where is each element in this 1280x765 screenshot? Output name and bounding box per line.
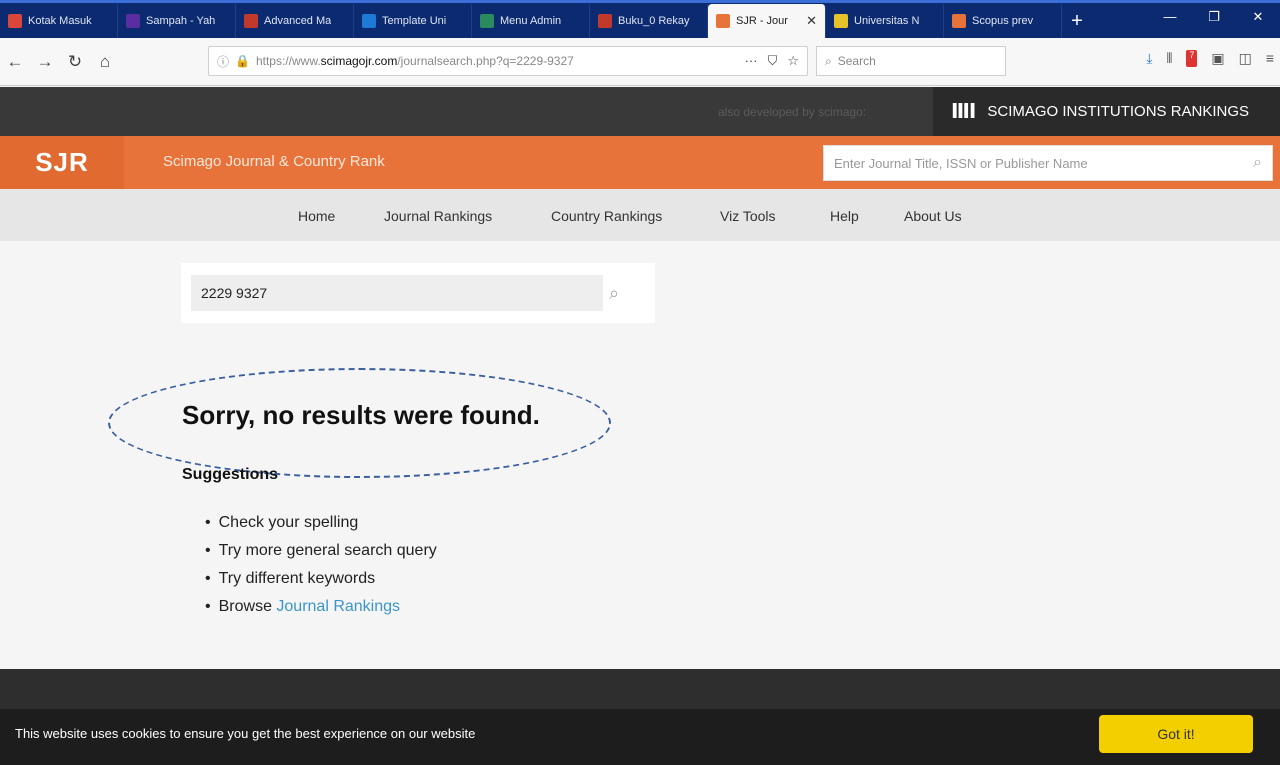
suggestions-list: Check your spelling Try more general sea… [205,509,437,621]
forward-icon[interactable]: → [30,52,60,72]
extension-badge-icon[interactable]: 7 [1186,50,1198,67]
close-window-icon[interactable]: ✕ [1236,4,1280,30]
browse-prefix: Browse [218,598,277,615]
list-item: Try different keywords [205,565,437,593]
maximize-icon[interactable]: ❐ [1192,4,1236,30]
browser-tab[interactable]: Kotak Masuk [0,4,118,38]
tab-favicon-icon [598,14,612,28]
menu-help[interactable]: Help [830,208,859,224]
institution-pillars-icon: ⅢⅠ [951,101,976,123]
tab-favicon-icon [834,14,848,28]
minimize-icon[interactable]: — [1148,4,1192,30]
scimago-top-bar: also developed by scimago: ⅢⅠ SCIMAGO IN… [0,87,1280,136]
journal-search-input[interactable]: Enter Journal Title, ISSN or Publisher N… [823,145,1273,181]
menu-home[interactable]: Home [298,208,335,224]
library-icon[interactable]: ⫴ [1166,50,1172,67]
site-name[interactable]: Scimago Journal & Country Rank [163,153,385,170]
search-box: 2229 9327 ⌕ [181,263,655,323]
browser-nav-bar: ← → ↻ ⌂ ⓘ 🔒 https://www. scimagojr.com/jo… [0,38,1280,86]
search-icon[interactable]: ⌕ [609,283,619,304]
browser-tab[interactable]: Scopus prev [944,4,1062,38]
search-icon[interactable]: ⌕ [1253,154,1262,172]
sjr-logo[interactable]: SJR [0,136,124,189]
sir-label: SCIMAGO INSTITUTIONS RANKINGS [987,103,1250,120]
tab-favicon-icon [952,14,966,28]
search-input[interactable]: 2229 9327 [191,275,603,311]
pocket-icon[interactable]: ⛉ [768,53,778,69]
menu-journal-rankings[interactable]: Journal Rankings [384,208,492,224]
bookmark-star-icon[interactable]: ☆ [787,53,799,69]
main-menu: Home Journal Rankings Country Rankings V… [0,189,1280,241]
browser-tab[interactable]: Menu Admin [472,4,590,38]
browser-search-box[interactable]: ⌕ Search [816,46,1006,76]
suggestions-heading: Suggestions [182,466,279,483]
search-placeholder: Search [837,54,876,68]
window-controls: — ❐ ✕ [1148,4,1280,30]
url-path: /journalsearch.php?q=2229-9327 [397,54,574,68]
journal-rankings-link[interactable]: Journal Rankings [276,598,400,615]
url-prefix: https://www. [255,54,321,68]
reload-icon[interactable]: ↻ [60,52,90,72]
footer [0,669,1280,709]
list-item: Try more general search query [205,537,437,565]
menu-country-rankings[interactable]: Country Rankings [551,208,662,224]
page-actions-icon[interactable]: ··· [745,53,758,69]
browser-tab[interactable]: Buku_0 Rekay [590,4,708,38]
info-icon[interactable]: ⓘ [217,53,229,70]
also-developed-text: also developed by scimago: [718,105,867,119]
extension-icon[interactable]: ▣ [1211,50,1224,67]
journal-search-placeholder: Enter Journal Title, ISSN or Publisher N… [834,155,1088,171]
close-tab-icon[interactable]: ✕ [806,13,817,29]
browser-tab[interactable]: Template Uni [354,4,472,38]
url-host: scimagojr.com [320,54,398,68]
lock-icon: 🔒 [235,54,250,68]
sidebar-icon[interactable]: ◫ [1239,50,1252,67]
tab-favicon-icon [362,14,376,28]
browser-tab[interactable]: Advanced Ma [236,4,354,38]
menu-icon[interactable]: ≡ [1266,50,1274,67]
tab-favicon-icon [716,14,730,28]
address-bar[interactable]: ⓘ 🔒 https://www. scimagojr.com/journalsea… [208,46,808,76]
browser-tab-strip: Kotak Masuk Sampah - Yah Advanced Ma Tem… [0,0,1280,38]
back-icon[interactable]: ← [0,52,30,72]
new-tab-button[interactable]: + [1062,4,1092,38]
menu-viz-tools[interactable]: Viz Tools [720,208,776,224]
browser-tab[interactable]: Sampah - Yah [118,4,236,38]
cookie-message: This website uses cookies to ensure you … [15,726,476,741]
list-item: Browse Journal Rankings [205,593,437,621]
main-content: 2229 9327 ⌕ Sorry, no results were found… [0,241,1280,669]
browser-tab-active[interactable]: SJR - Jour ✕ [708,4,826,38]
browser-tab[interactable]: Universitas N [826,4,944,38]
list-item: Check your spelling [205,509,437,537]
site-header: SJR Scimago Journal & Country Rank Enter… [0,136,1280,189]
no-results-message: Sorry, no results were found. [182,400,540,430]
tab-favicon-icon [244,14,258,28]
tab-favicon-icon [8,14,22,28]
got-it-button[interactable]: Got it! [1099,715,1253,753]
home-icon[interactable]: ⌂ [90,52,120,72]
menu-about-us[interactable]: About Us [904,208,962,224]
cookie-banner: This website uses cookies to ensure you … [0,709,1280,765]
tab-favicon-icon [480,14,494,28]
download-icon[interactable]: ⤓ [1146,50,1152,67]
search-icon: ⌕ [825,53,832,68]
sir-link[interactable]: ⅢⅠ SCIMAGO INSTITUTIONS RANKINGS [933,87,1280,136]
toolbar-icons: ⤓ ⫴ 7 ▣ ◫ ≡ [1146,50,1274,67]
tab-favicon-icon [126,14,140,28]
